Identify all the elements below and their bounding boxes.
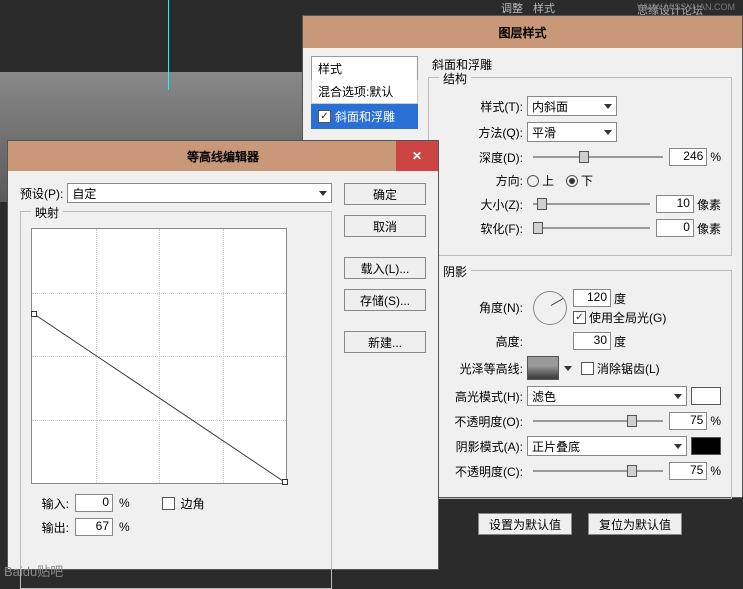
highlight-opacity-slider[interactable] bbox=[533, 415, 663, 427]
angle-value[interactable]: 120 bbox=[573, 289, 611, 307]
new-button[interactable]: 新建... bbox=[344, 331, 426, 353]
soften-value[interactable]: 0 bbox=[656, 219, 694, 237]
reset-default-button[interactable]: 复位为默认值 bbox=[588, 513, 682, 535]
px-2: 像素 bbox=[697, 220, 721, 237]
output-label: 输出: bbox=[31, 519, 69, 536]
pct-1: % bbox=[710, 150, 721, 164]
highlight-mode-label: 高光模式(H): bbox=[439, 388, 527, 405]
curve-point-end[interactable] bbox=[282, 479, 288, 485]
angle-label: 角度(N): bbox=[439, 299, 527, 316]
technique-select[interactable]: 平滑 bbox=[527, 122, 617, 142]
deg-2: 度 bbox=[614, 333, 626, 350]
mapping-legend: 映射 bbox=[31, 204, 63, 221]
close-icon: ✕ bbox=[412, 149, 422, 163]
highlight-opacity-label: 不透明度(O): bbox=[439, 413, 527, 430]
preset-label: 预设(P): bbox=[20, 185, 63, 202]
pct-in: % bbox=[119, 496, 130, 510]
altitude-label: 高度: bbox=[439, 333, 527, 350]
ok-button[interactable]: 确定 bbox=[344, 183, 426, 205]
pct-3: % bbox=[710, 464, 721, 478]
antialias-checkbox[interactable] bbox=[581, 362, 594, 375]
style-list-header[interactable]: 样式 bbox=[311, 56, 418, 80]
cancel-button[interactable]: 取消 bbox=[344, 215, 426, 237]
antialias-label: 消除锯齿(L) bbox=[597, 360, 660, 377]
pct-out: % bbox=[119, 520, 130, 534]
load-button[interactable]: 载入(L)... bbox=[344, 257, 426, 279]
gloss-contour-swatch[interactable] bbox=[527, 356, 559, 380]
down-text: 下 bbox=[581, 172, 593, 189]
pct-2: % bbox=[710, 414, 721, 428]
shading-group: 阴影 角度(N): 120 度 使用全局光(G) bbox=[428, 270, 732, 499]
size-slider[interactable] bbox=[533, 198, 650, 210]
global-light-checkbox[interactable] bbox=[573, 311, 586, 324]
deg-1: 度 bbox=[614, 290, 626, 307]
input-label: 输入: bbox=[31, 495, 69, 512]
depth-slider[interactable] bbox=[533, 151, 663, 163]
style-select[interactable]: 内斜面 bbox=[527, 96, 617, 116]
up-text: 上 bbox=[542, 172, 554, 189]
contour-curve bbox=[32, 229, 288, 485]
contour-editor-title: 等高线编辑器 ✕ bbox=[8, 141, 438, 171]
input-value[interactable]: 0 bbox=[75, 494, 113, 512]
altitude-value[interactable]: 30 bbox=[573, 332, 611, 350]
shadow-mode-label: 阴影模式(A): bbox=[439, 438, 527, 455]
layer-style-title: 图层样式 bbox=[303, 16, 742, 48]
site-url: WWW.MISSYUAN.COM bbox=[637, 2, 735, 12]
direction-down-radio[interactable] bbox=[566, 175, 578, 187]
contour-canvas[interactable] bbox=[31, 228, 287, 484]
angle-control[interactable] bbox=[533, 291, 567, 325]
soften-label: 软化(F): bbox=[439, 220, 527, 237]
adjust-tab[interactable]: 调整 bbox=[501, 0, 523, 16]
corner-checkbox[interactable] bbox=[162, 497, 175, 510]
shadow-mode-select[interactable]: 正片叠底 bbox=[527, 436, 687, 456]
structure-legend: 结构 bbox=[439, 70, 471, 87]
highlight-mode-select[interactable]: 滤色 bbox=[527, 386, 687, 406]
shadow-opacity-slider[interactable] bbox=[533, 465, 663, 477]
guide-line bbox=[168, 0, 169, 90]
gloss-contour-label: 光泽等高线: bbox=[439, 360, 527, 377]
bevel-label: 斜面和浮雕 bbox=[335, 108, 395, 125]
shadow-opacity-label: 不透明度(C): bbox=[439, 463, 527, 480]
technique-label: 方法(Q): bbox=[439, 124, 527, 141]
px-1: 像素 bbox=[697, 196, 721, 213]
bevel-checkbox[interactable] bbox=[318, 110, 331, 123]
watermark: Baidu贴吧 bbox=[4, 561, 63, 580]
output-value[interactable]: 67 bbox=[75, 518, 113, 536]
mapping-group: 映射 输入: 0 % 边角 bbox=[20, 211, 332, 589]
panel-heading: 斜面和浮雕 bbox=[432, 56, 732, 73]
contour-editor-dialog: 等高线编辑器 ✕ 预设(P): 自定 映射 bbox=[7, 140, 439, 570]
shading-legend: 阴影 bbox=[439, 263, 471, 280]
style-label: 样式(T): bbox=[439, 98, 527, 115]
soften-slider[interactable] bbox=[533, 222, 650, 234]
direction-label: 方向: bbox=[439, 172, 527, 189]
size-label: 大小(Z): bbox=[439, 196, 527, 213]
structure-group: 结构 样式(T): 内斜面 方法(Q): 平滑 深度(D): 246 % 方向: bbox=[428, 77, 732, 256]
direction-up-radio[interactable] bbox=[527, 175, 539, 187]
highlight-color-swatch[interactable] bbox=[691, 387, 721, 405]
close-button[interactable]: ✕ bbox=[396, 141, 438, 171]
shadow-opacity-value[interactable]: 75 bbox=[669, 462, 707, 480]
curve-point-start[interactable] bbox=[31, 311, 37, 317]
global-light-label: 使用全局光(G) bbox=[589, 309, 666, 326]
highlight-opacity-value[interactable]: 75 bbox=[669, 412, 707, 430]
depth-value[interactable]: 246 bbox=[669, 148, 707, 166]
depth-label: 深度(D): bbox=[439, 149, 527, 166]
set-default-button[interactable]: 设置为默认值 bbox=[478, 513, 572, 535]
style-tab[interactable]: 样式 bbox=[533, 0, 555, 16]
blend-options-item[interactable]: 混合选项:默认 bbox=[311, 80, 418, 104]
size-value[interactable]: 10 bbox=[656, 195, 694, 213]
contour-editor-title-text: 等高线编辑器 bbox=[187, 148, 259, 165]
corner-label: 边角 bbox=[181, 495, 205, 512]
save-button[interactable]: 存储(S)... bbox=[344, 289, 426, 311]
bevel-emboss-item[interactable]: 斜面和浮雕 bbox=[311, 104, 418, 129]
preset-select[interactable]: 自定 bbox=[67, 183, 332, 203]
shadow-color-swatch[interactable] bbox=[691, 437, 721, 455]
